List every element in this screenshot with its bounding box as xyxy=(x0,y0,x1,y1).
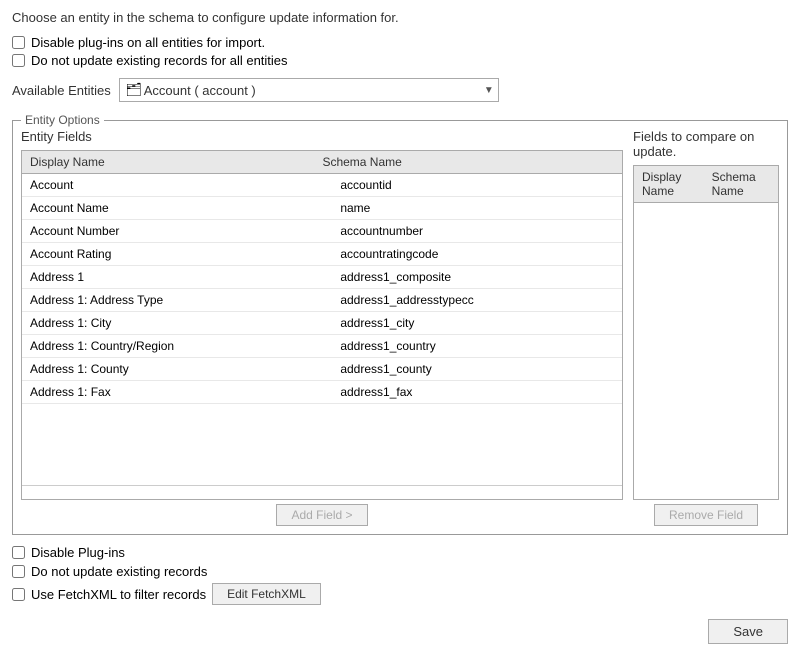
add-field-button[interactable]: Add Field > xyxy=(276,504,367,526)
global-no-update-checkbox[interactable] xyxy=(12,54,25,67)
remove-field-button[interactable]: Remove Field xyxy=(654,504,758,526)
schema-name-cell: address1_county xyxy=(332,358,622,381)
schema-name-cell: accountratingcode xyxy=(332,243,622,266)
right-col-schema: Schema Name xyxy=(704,166,778,203)
global-no-update-label: Do not update existing records for all e… xyxy=(31,53,288,68)
global-no-update-row: Do not update existing records for all e… xyxy=(12,53,788,68)
table-row[interactable]: Address 1address1_composite xyxy=(22,266,622,289)
table-row[interactable]: Address 1: Faxaddress1_fax xyxy=(22,381,622,404)
display-name-cell: Address 1: City xyxy=(22,312,332,335)
schema-name-cell: address1_composite xyxy=(332,266,622,289)
schema-name-cell: name xyxy=(332,197,622,220)
table-row[interactable]: Address 1: Cityaddress1_city xyxy=(22,312,622,335)
display-name-cell: Account Number xyxy=(22,220,332,243)
chevron-down-icon: ▼ xyxy=(484,85,494,96)
left-col-display: Display Name xyxy=(22,151,314,174)
global-disable-plugins-label: Disable plug-ins on all entities for imp… xyxy=(31,35,265,50)
no-update-checkbox[interactable] xyxy=(12,565,25,578)
table-row[interactable]: Address 1: Address Typeaddress1_addresst… xyxy=(22,289,622,312)
save-button[interactable]: Save xyxy=(708,619,788,644)
schema-name-cell: address1_city xyxy=(332,312,622,335)
left-fields-table-body: AccountaccountidAccount NamenameAccount … xyxy=(22,174,622,404)
entity-select[interactable]: 🗂 Account ( account ) ▼ xyxy=(119,78,499,102)
schema-name-cell: accountnumber xyxy=(332,220,622,243)
fields-compare-label: Fields to compare on update. xyxy=(633,129,779,159)
disable-plugins-row: Disable Plug-ins xyxy=(12,545,788,560)
left-hscrollbar[interactable] xyxy=(22,485,622,499)
display-name-cell: Address 1: Country/Region xyxy=(22,335,332,358)
bottom-options: Disable Plug-ins Do not update existing … xyxy=(12,545,788,605)
entity-options-group: Entity Options Entity Fields Display Nam… xyxy=(12,120,788,535)
no-update-label: Do not update existing records xyxy=(31,564,207,579)
available-entities-row: Available Entities 🗂 Account ( account )… xyxy=(12,78,788,102)
schema-name-cell: accountid xyxy=(332,174,622,197)
display-name-cell: Address 1 xyxy=(22,266,332,289)
right-panel: Fields to compare on update. Display Nam… xyxy=(633,129,779,526)
description: Choose an entity in the schema to config… xyxy=(12,10,788,25)
add-field-btn-row: Add Field > xyxy=(21,504,623,526)
display-name-cell: Address 1: Address Type xyxy=(22,289,332,312)
entity-select-value: Account ( account ) xyxy=(144,83,484,98)
left-table-scroll[interactable]: AccountaccountidAccount NamenameAccount … xyxy=(22,174,622,485)
display-name-cell: Account Rating xyxy=(22,243,332,266)
right-fields-table: Display Name Schema Name xyxy=(634,166,778,203)
use-fetch-checkbox[interactable] xyxy=(12,588,25,601)
entity-options-legend: Entity Options xyxy=(21,113,104,127)
edit-fetch-button[interactable]: Edit FetchXML xyxy=(212,583,321,605)
display-name-cell: Address 1: County xyxy=(22,358,332,381)
display-name-cell: Account Name xyxy=(22,197,332,220)
main-container: Choose an entity in the schema to config… xyxy=(0,0,800,654)
right-table-container: Display Name Schema Name xyxy=(633,165,779,500)
no-update-row: Do not update existing records xyxy=(12,564,788,579)
table-row[interactable]: Account Numberaccountnumber xyxy=(22,220,622,243)
remove-field-btn-row: Remove Field xyxy=(633,504,779,526)
save-row: Save xyxy=(12,615,788,644)
left-fields-table: Display Name Schema Name xyxy=(22,151,622,174)
use-fetch-label: Use FetchXML to filter records xyxy=(31,587,206,602)
left-col-schema: Schema Name xyxy=(314,151,622,174)
entity-fields-label: Entity Fields xyxy=(21,129,623,144)
schema-name-cell: address1_fax xyxy=(332,381,622,404)
global-options: Disable plug-ins on all entities for imp… xyxy=(12,35,788,68)
table-row[interactable]: Address 1: Countyaddress1_county xyxy=(22,358,622,381)
table-row[interactable]: Address 1: Country/Regionaddress1_countr… xyxy=(22,335,622,358)
schema-name-cell: address1_addresstypecc xyxy=(332,289,622,312)
fields-section: Entity Fields Display Name Schema Name xyxy=(21,129,779,526)
available-entities-label: Available Entities xyxy=(12,83,111,98)
global-disable-plugins-checkbox[interactable] xyxy=(12,36,25,49)
schema-name-cell: address1_country xyxy=(332,335,622,358)
disable-plugins-checkbox[interactable] xyxy=(12,546,25,559)
display-name-cell: Address 1: Fax xyxy=(22,381,332,404)
table-row[interactable]: Accountaccountid xyxy=(22,174,622,197)
disable-plugins-label: Disable Plug-ins xyxy=(31,545,125,560)
display-name-cell: Account xyxy=(22,174,332,197)
use-fetch-row: Use FetchXML to filter records Edit Fetc… xyxy=(12,583,788,605)
table-row[interactable]: Account Namename xyxy=(22,197,622,220)
entity-folder-icon: 🗂 xyxy=(124,80,144,100)
table-row[interactable]: Account Ratingaccountratingcode xyxy=(22,243,622,266)
left-panel: Entity Fields Display Name Schema Name xyxy=(21,129,623,526)
right-table-scroll[interactable] xyxy=(634,203,778,499)
left-table-container: Display Name Schema Name Accountaccounti… xyxy=(21,150,623,500)
global-disable-plugins-row: Disable plug-ins on all entities for imp… xyxy=(12,35,788,50)
right-col-display: Display Name xyxy=(634,166,704,203)
